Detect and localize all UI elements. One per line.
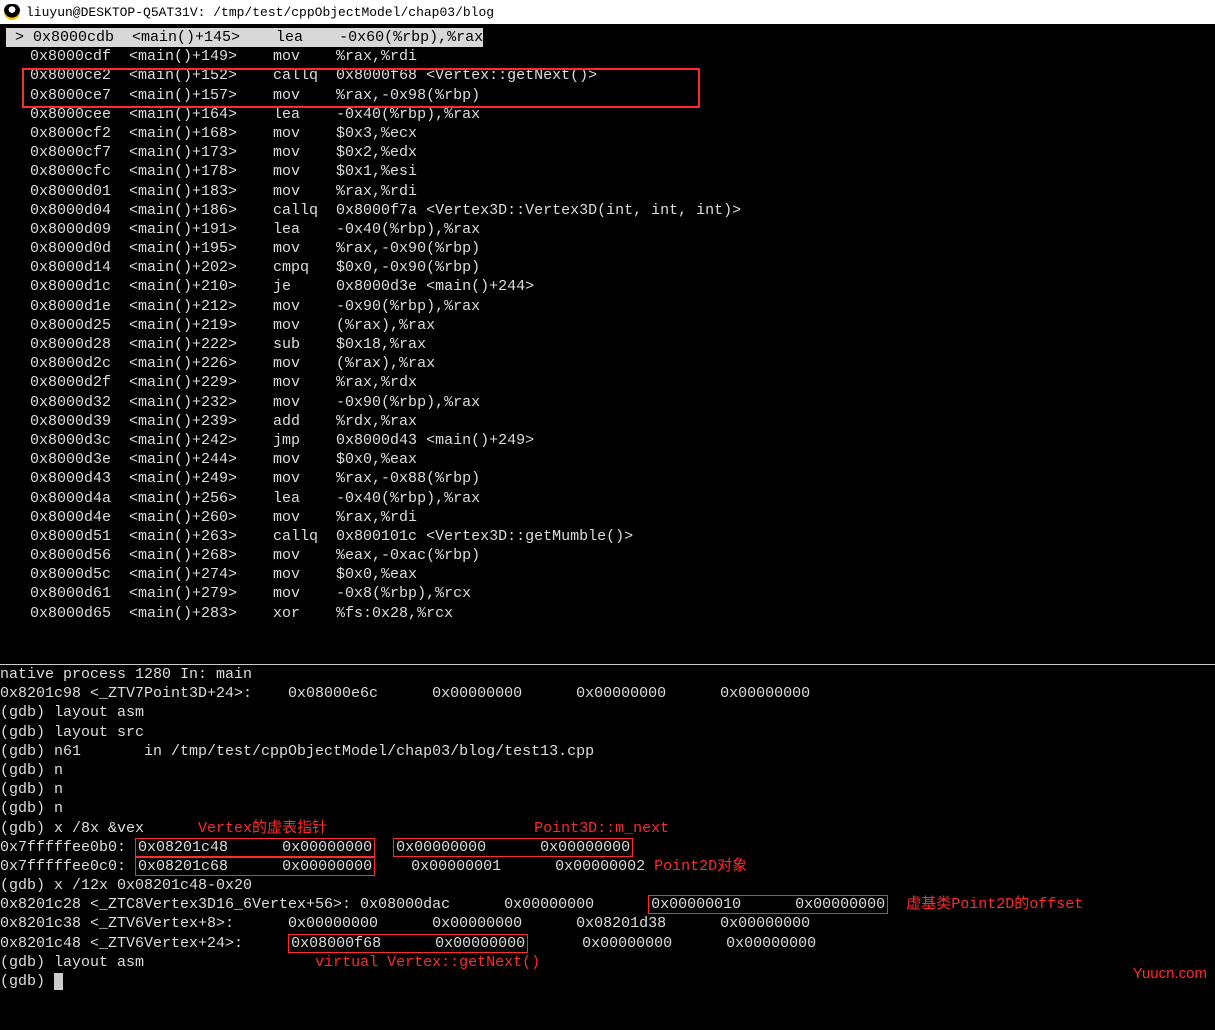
asm-row: 0x8000d28 <main()+222> sub $0x18,%rax <box>6 335 1215 354</box>
asm-row: 0x8000cf7 <main()+173> mov $0x2,%edx <box>6 143 1215 162</box>
status-line: native process 1280 In: main <box>0 665 1215 684</box>
asm-row: 0x8000d25 <main()+219> mov (%rax),%rax <box>6 316 1215 335</box>
asm-row: 0x8000d09 <main()+191> lea -0x40(%rbp),%… <box>6 220 1215 239</box>
asm-row: 0x8000d51 <main()+263> callq 0x800101c <… <box>6 527 1215 546</box>
asm-row: 0x8000d5c <main()+274> mov $0x0,%eax <box>6 565 1215 584</box>
gdb-prompt-cursor[interactable]: (gdb) <box>0 972 1215 991</box>
gdb-prompt: (gdb) n <box>0 780 1215 799</box>
asm-row: 0x8000d3c <main()+242> jmp 0x8000d43 <ma… <box>6 431 1215 450</box>
gdb-mem-row: 0x8201c38 <_ZTV6Vertex+8>: 0x00000000 0x… <box>0 914 1215 933</box>
asm-row: 0x8000ce2 <main()+152> callq 0x8000f68 <… <box>6 66 1215 85</box>
annotation-vbase-offset: 虚基类Point2D的offset <box>906 896 1083 913</box>
asm-row: 0x8000d4a <main()+256> lea -0x40(%rbp),%… <box>6 489 1215 508</box>
asm-row: 0x8000d0d <main()+195> mov %rax,-0x90(%r… <box>6 239 1215 258</box>
gdb-mem-row: 0x8201c48 <_ZTV6Vertex+24>: 0x08000f68 0… <box>0 934 1215 953</box>
box-vtbl-ptr: 0x08201c48 0x00000000 <box>135 838 375 857</box>
asm-row: 0x8000d1e <main()+212> mov -0x90(%rbp),%… <box>6 297 1215 316</box>
gdb-prompt: (gdb) layout asm <box>0 703 1215 722</box>
gdb-prompt: (gdb) x /12x 0x08201c48-0x20 <box>0 876 1215 895</box>
asm-row: 0x8000cf2 <main()+168> mov $0x3,%ecx <box>6 124 1215 143</box>
asm-row: 0x8000d32 <main()+232> mov -0x90(%rbp),%… <box>6 393 1215 412</box>
asm-row: 0x8000d01 <main()+183> mov %rax,%rdi <box>6 182 1215 201</box>
gdb-mem-row: 0x7fffffee0b0: 0x08201c48 0x00000000 0x0… <box>0 838 1215 857</box>
asm-row: 0x8000d43 <main()+249> mov %rax,-0x88(%r… <box>6 469 1215 488</box>
asm-row: 0x8000cee <main()+164> lea -0x40(%rbp),%… <box>6 105 1215 124</box>
gdb-prompt: (gdb) x /8x &vex Vertex的虚表指针 Point3D::m_… <box>0 819 1215 838</box>
box-getnext-fn: 0x08000f68 0x00000000 <box>288 934 528 953</box>
asm-row: 0x8000cfc <main()+178> mov $0x1,%esi <box>6 162 1215 181</box>
asm-row: 0x8000d56 <main()+268> mov %eax,-0xac(%r… <box>6 546 1215 565</box>
watermark: Yuucn.com <box>1133 965 1207 982</box>
gdb-prompt: (gdb) layout src <box>0 723 1215 742</box>
annotation-virtual-getnext: virtual Vertex::getNext() <box>315 954 540 971</box>
asm-row: 0x8000d61 <main()+279> mov -0x8(%rbp),%r… <box>6 584 1215 603</box>
gdb-prompt: (gdb) n61 in /tmp/test/cppObjectModel/ch… <box>0 742 1215 761</box>
gdb-mem-line: 0x8201c98 <_ZTV7Point3D+24>: 0x08000e6c … <box>0 684 1215 703</box>
box-vtbl-ptr2: 0x08201c68 0x00000000 <box>135 857 375 876</box>
window-titlebar: liuyun@DESKTOP-Q5AT31V: /tmp/test/cppObj… <box>0 0 1215 24</box>
asm-row: 0x8000d2f <main()+229> mov %rax,%rdx <box>6 373 1215 392</box>
gdb-prompt: (gdb) layout asm virtual Vertex::getNext… <box>0 953 1215 972</box>
asm-row: 0x8000cdf <main()+149> mov %rax,%rdi <box>6 47 1215 66</box>
gdb-prompt: (gdb) n <box>0 761 1215 780</box>
gdb-mem-row: 0x8201c28 <_ZTC8Vertex3D16_6Vertex+56>: … <box>0 895 1215 914</box>
annotation-mnext: Point3D::m_next <box>534 820 669 837</box>
asm-row: 0x8000cdb <main()+145> lea -0x60(%rbp),%… <box>6 28 483 47</box>
disassembly-panel[interactable]: 0x8000cdb <main()+145> lea -0x60(%rbp),%… <box>0 24 1215 664</box>
title-text: liuyun@DESKTOP-Q5AT31V: /tmp/test/cppObj… <box>26 5 494 20</box>
gdb-prompt: (gdb) n <box>0 799 1215 818</box>
asm-row: 0x8000d65 <main()+283> xor %fs:0x28,%rcx <box>6 604 1215 623</box>
asm-row: 0x8000ce7 <main()+157> mov %rax,-0x98(%r… <box>6 86 1215 105</box>
box-mnext: 0x00000000 0x00000000 <box>393 838 633 857</box>
box-offset: 0x00000010 0x00000000 <box>648 895 888 914</box>
asm-row: 0x8000d1c <main()+210> je 0x8000d3e <mai… <box>6 277 1215 296</box>
gdb-output[interactable]: 0x8201c98 <_ZTV7Point3D+24>: 0x08000e6c … <box>0 684 1215 991</box>
asm-row: 0x8000d14 <main()+202> cmpq $0x0,-0x90(%… <box>6 258 1215 277</box>
asm-row: 0x8000d2c <main()+226> mov (%rax),%rax <box>6 354 1215 373</box>
annotation-point2d-obj: Point2D对象 <box>654 858 747 875</box>
asm-row: 0x8000d3e <main()+244> mov $0x0,%eax <box>6 450 1215 469</box>
asm-row: 0x8000d4e <main()+260> mov %rax,%rdi <box>6 508 1215 527</box>
asm-row: 0x8000d04 <main()+186> callq 0x8000f7a <… <box>6 201 1215 220</box>
tux-icon <box>4 4 20 20</box>
annotation-vtable-ptr: Vertex的虚表指针 <box>198 820 327 837</box>
asm-row: 0x8000d39 <main()+239> add %rdx,%rax <box>6 412 1215 431</box>
gdb-mem-row: 0x7fffffee0c0: 0x08201c68 0x00000000 0x0… <box>0 857 1215 876</box>
